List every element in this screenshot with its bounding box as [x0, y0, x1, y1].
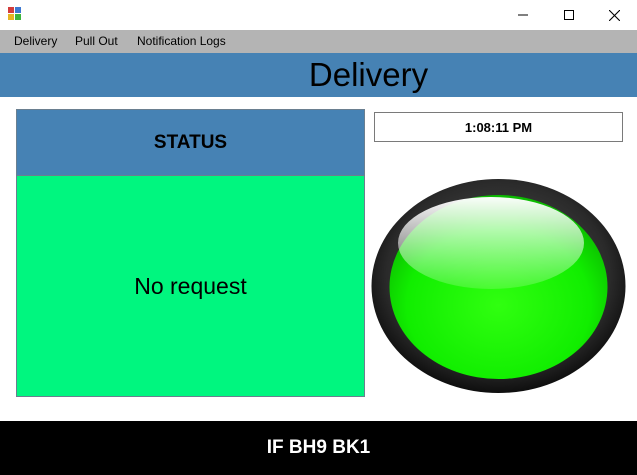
maximize-button[interactable]	[546, 0, 592, 30]
menu-item-pull-out[interactable]: Pull Out	[68, 30, 125, 53]
page-title: Delivery	[308, 56, 429, 93]
clock-time: 1:08:11 PM	[464, 119, 533, 135]
status-heading: STATUS	[153, 131, 228, 153]
status-message: No request	[134, 272, 247, 299]
title-bar	[0, 0, 637, 30]
menu-item-notification-logs[interactable]: Notification Logs	[130, 30, 233, 53]
status-heading-panel: STATUS	[16, 109, 365, 175]
close-button[interactable]	[591, 0, 637, 30]
app-icon	[8, 7, 22, 21]
close-icon	[608, 9, 620, 21]
menu-item-delivery[interactable]: Delivery	[7, 30, 64, 53]
page-header: Delivery	[0, 53, 637, 97]
clock-display: 1:08:11 PM	[374, 112, 623, 142]
minimize-button[interactable]	[500, 0, 546, 30]
status-light-icon	[371, 179, 626, 393]
maximize-icon	[564, 10, 574, 20]
footer-bar: IF BH9 BK1	[0, 421, 637, 475]
menu-bar: Delivery Pull Out Notification Logs	[0, 30, 637, 53]
light-highlight	[398, 197, 584, 289]
minimize-icon	[518, 14, 528, 16]
status-panel: No request	[16, 175, 365, 397]
footer-text: IF BH9 BK1	[266, 437, 371, 458]
